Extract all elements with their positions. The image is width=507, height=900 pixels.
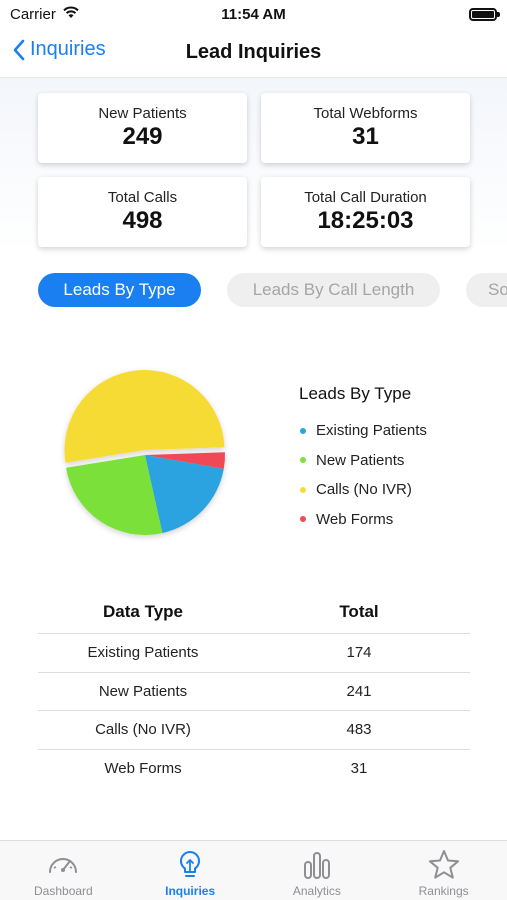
wifi-icon: [62, 5, 80, 23]
stat-card-total-calls: Total Calls 498: [38, 177, 247, 247]
status-bar: Carrier 11:54 AM: [0, 0, 507, 28]
bar-chart-icon: [303, 852, 330, 879]
legend-label: New Patients: [316, 451, 405, 469]
chevron-left-icon: [13, 39, 25, 60]
tab-bar: Dashboard Inquiries Analytics Rankings: [0, 840, 507, 900]
stat-label: New Patients: [98, 105, 187, 122]
back-button[interactable]: Inquiries: [12, 38, 106, 61]
column-header-total: Total: [339, 601, 379, 621]
stat-label: Total Calls: [107, 189, 178, 206]
table-cell: 174: [346, 644, 372, 662]
stat-label: Total Webforms: [313, 105, 418, 122]
carrier-label: Carrier: [10, 5, 56, 23]
table-header: Data Type Total: [38, 590, 470, 634]
table-cell: Calls (No IVR): [95, 721, 191, 739]
navigation-bar: Inquiries Lead Inquiries: [0, 28, 507, 78]
tab-inquiries[interactable]: Inquiries: [127, 841, 254, 900]
stat-label: Total Call Duration: [304, 189, 427, 206]
legend-dot: [300, 516, 306, 523]
tab-analytics[interactable]: Analytics: [254, 841, 381, 900]
table-cell: Web Forms: [104, 760, 182, 778]
battery-icon: [469, 7, 500, 21]
legend-item-calls-no-ivr: Calls (No IVR): [299, 475, 427, 505]
legend-title: Leads By Type: [299, 384, 412, 403]
table-cell: New Patients: [98, 682, 188, 700]
pie-chart-svg: [64, 370, 225, 535]
tab-label: Dashboard: [34, 884, 93, 898]
stat-card-total-webforms: Total Webforms 31: [261, 93, 470, 163]
tab-rankings[interactable]: Rankings: [380, 841, 507, 900]
legend-item-existing-patients: Existing Patients: [299, 416, 427, 446]
table-cell: 483: [346, 721, 372, 739]
star-icon: [428, 850, 459, 879]
legend-item-new-patients: New Patients: [299, 446, 427, 476]
stat-card-new-patients: New Patients 249: [38, 93, 247, 163]
tab-dashboard[interactable]: Dashboard: [0, 841, 127, 900]
segment-leads-by-type[interactable]: Leads By Type: [38, 273, 201, 307]
stat-value: 31: [352, 123, 379, 150]
lightbulb-icon: [180, 850, 201, 877]
speedometer-icon: [49, 858, 78, 873]
legend-dot: [300, 486, 306, 493]
segment-partial[interactable]: So: [466, 273, 507, 307]
table-cell: 31: [350, 760, 368, 778]
stat-value: 18:25:03: [317, 207, 414, 234]
table-row: Existing Patients 174: [38, 634, 470, 673]
legend-dot: [300, 427, 306, 434]
segment-leads-by-call-length[interactable]: Leads By Call Length: [227, 273, 440, 307]
column-header-data-type: Data Type: [103, 601, 183, 621]
table-cell: Existing Patients: [87, 644, 199, 662]
table-cell: 241: [346, 682, 372, 700]
table-row: New Patients 241: [38, 673, 470, 711]
pie-chart: [50, 360, 240, 550]
stat-value: 249: [122, 123, 163, 150]
legend-label: Existing Patients: [316, 422, 427, 440]
back-button-label: Inquiries: [30, 38, 106, 60]
stat-value: 498: [122, 207, 163, 234]
tab-label: Inquiries: [165, 884, 216, 898]
table-row: Calls (No IVR) 483: [38, 711, 470, 750]
pie-slice-calls-no-ivr: [64, 370, 225, 463]
tab-label: Rankings: [418, 884, 469, 898]
legend-label: Web Forms: [316, 510, 394, 528]
table-row: Web Forms 31: [38, 750, 470, 789]
page-title: Lead Inquiries: [185, 41, 322, 63]
legend-item-web-forms: Web Forms: [299, 505, 427, 535]
stat-card-total-call-duration: Total Call Duration 18:25:03: [261, 177, 470, 247]
legend-dot: [300, 457, 306, 464]
tab-label: Analytics: [292, 884, 341, 898]
chart-legend: Leads By Type Existing Patients New Pati…: [299, 384, 427, 534]
legend-label: Calls (No IVR): [316, 481, 412, 499]
data-table: Data Type Total Existing Patients 174 Ne…: [38, 590, 470, 788]
